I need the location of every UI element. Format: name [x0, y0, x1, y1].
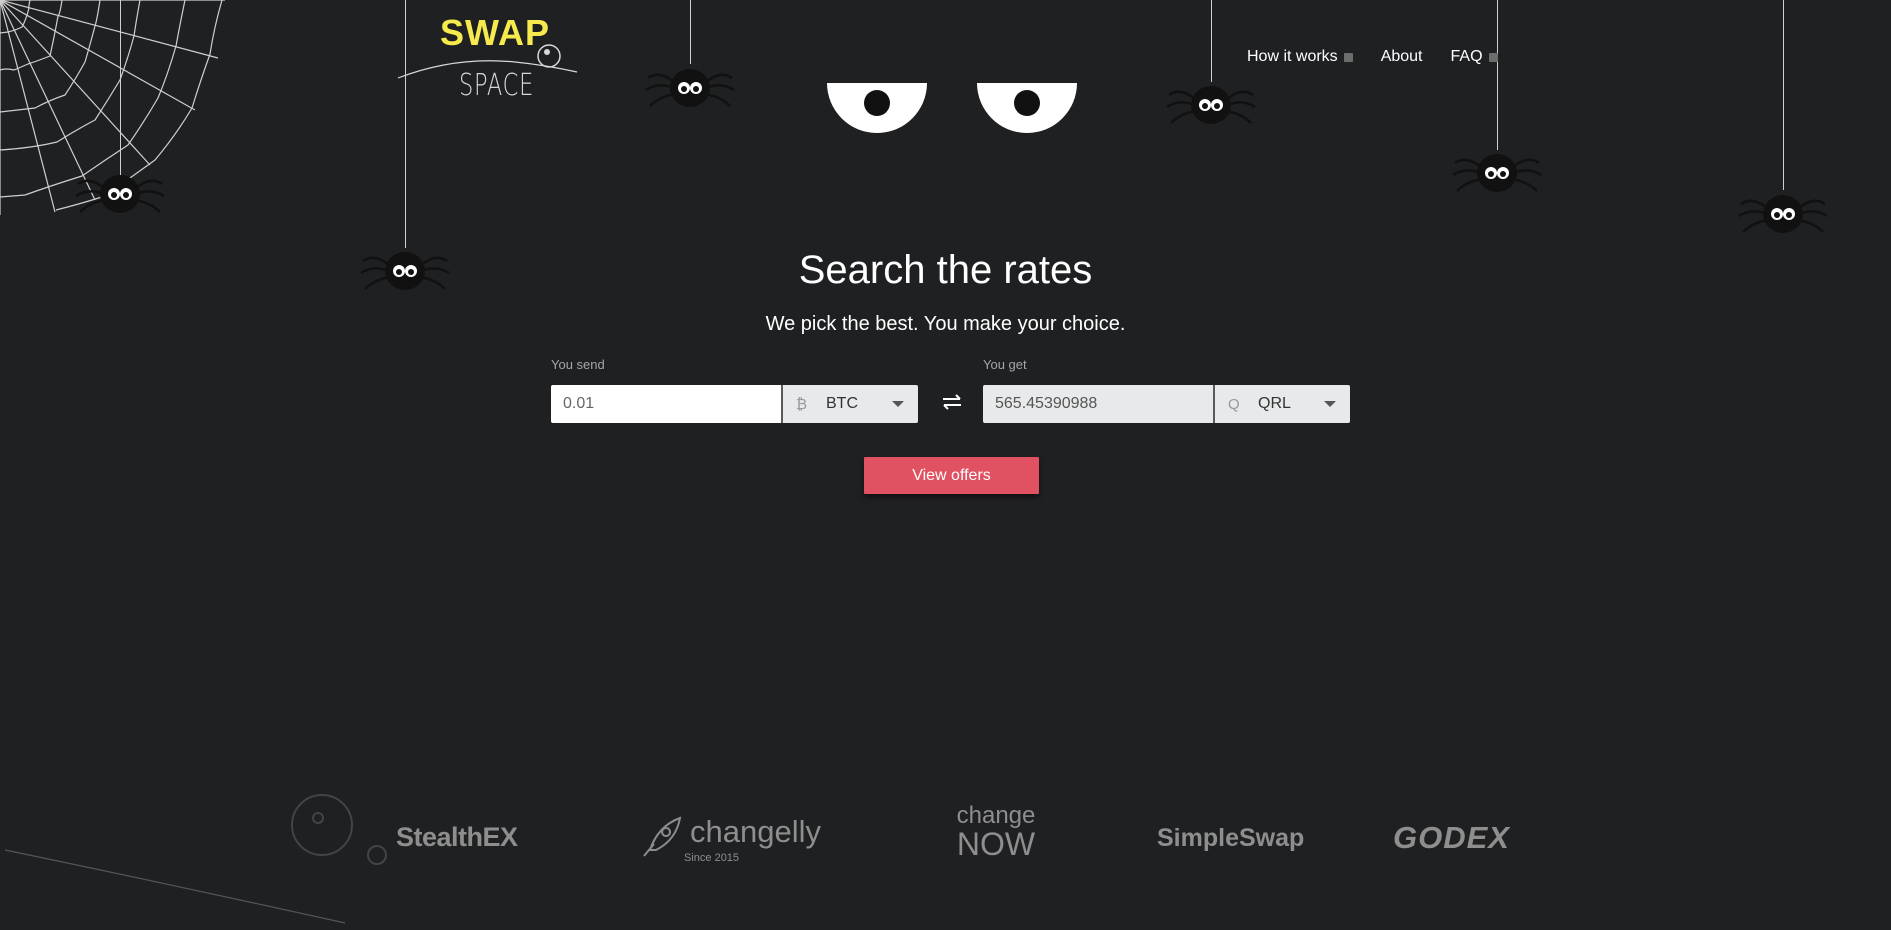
get-label: You get	[983, 357, 1027, 372]
send-currency-label: BTC	[826, 395, 858, 412]
nav-about-label: About	[1380, 48, 1423, 65]
view-offers-button[interactable]: View offers	[864, 457, 1039, 494]
spider-thread	[690, 0, 691, 64]
external-link-icon	[1343, 52, 1353, 62]
nav-how-it-works-label: How it works	[1247, 48, 1338, 65]
spider-icon	[645, 69, 735, 107]
partner-simpleswap-label: SimpleSwap	[1157, 824, 1305, 852]
get-currency-select[interactable]: Q QRL	[1213, 385, 1350, 423]
spider-thread	[1211, 0, 1212, 82]
send-amount-input[interactable]	[551, 385, 781, 423]
partner-godex-label: GODEX	[1393, 820, 1510, 855]
send-label: You send	[551, 357, 605, 372]
spider-thread	[1783, 0, 1784, 190]
nav-about[interactable]: About	[1381, 48, 1423, 66]
qrl-icon: Q	[1228, 395, 1240, 413]
nav-faq[interactable]: FAQ	[1451, 48, 1498, 66]
partner-godex[interactable]: GODEX	[1393, 820, 1510, 856]
partner-changenow-bottom: NOW	[956, 826, 1036, 862]
nav-how-it-works[interactable]: How it works	[1247, 48, 1353, 66]
get-currency-label: QRL	[1258, 395, 1291, 412]
rocket-icon	[643, 816, 682, 857]
partner-changenow[interactable]: change NOW	[946, 802, 1046, 862]
bitcoin-icon: ₿	[796, 395, 808, 413]
eyes-decoration	[827, 83, 1077, 133]
chevron-down-icon	[892, 401, 904, 407]
spider-icon	[1166, 86, 1256, 124]
partner-changenow-top: change	[956, 802, 1036, 829]
spider-icon	[75, 175, 165, 213]
site-logo[interactable]: SWAP SPACE	[395, 8, 585, 103]
page-title: Search the rates	[798, 248, 1093, 292]
partner-stealthex[interactable]: StealthEX	[396, 822, 518, 853]
send-group: ₿ BTC	[551, 385, 918, 423]
partners-strip: StealthEX changelly Since 2015 change NO…	[0, 800, 1891, 880]
logo-swap-text: SWAP	[440, 12, 551, 53]
spider-icon	[1738, 195, 1828, 233]
external-link-icon	[1488, 52, 1498, 62]
spider-icon	[1452, 154, 1542, 192]
top-nav: How it works About FAQ	[1247, 48, 1526, 66]
partner-changelly-label: changelly	[690, 814, 821, 849]
spider-thread	[1497, 0, 1498, 150]
partner-changelly-since: Since 2015	[684, 852, 740, 864]
get-group: Q QRL	[983, 385, 1350, 423]
partner-simpleswap[interactable]: SimpleSwap	[1157, 824, 1304, 853]
spider-thread	[120, 0, 121, 180]
get-amount-input[interactable]	[983, 385, 1213, 423]
send-currency-select[interactable]: ₿ BTC	[781, 385, 918, 423]
nav-faq-label: FAQ	[1450, 48, 1483, 65]
page-subtitle: We pick the best. You make your choice.	[765, 313, 1126, 335]
chevron-down-icon	[1324, 401, 1336, 407]
partner-stealthex-label: StealthEX	[396, 822, 518, 852]
logo-space-text: SPACE	[459, 68, 535, 103]
swap-direction-icon[interactable]	[941, 392, 963, 412]
